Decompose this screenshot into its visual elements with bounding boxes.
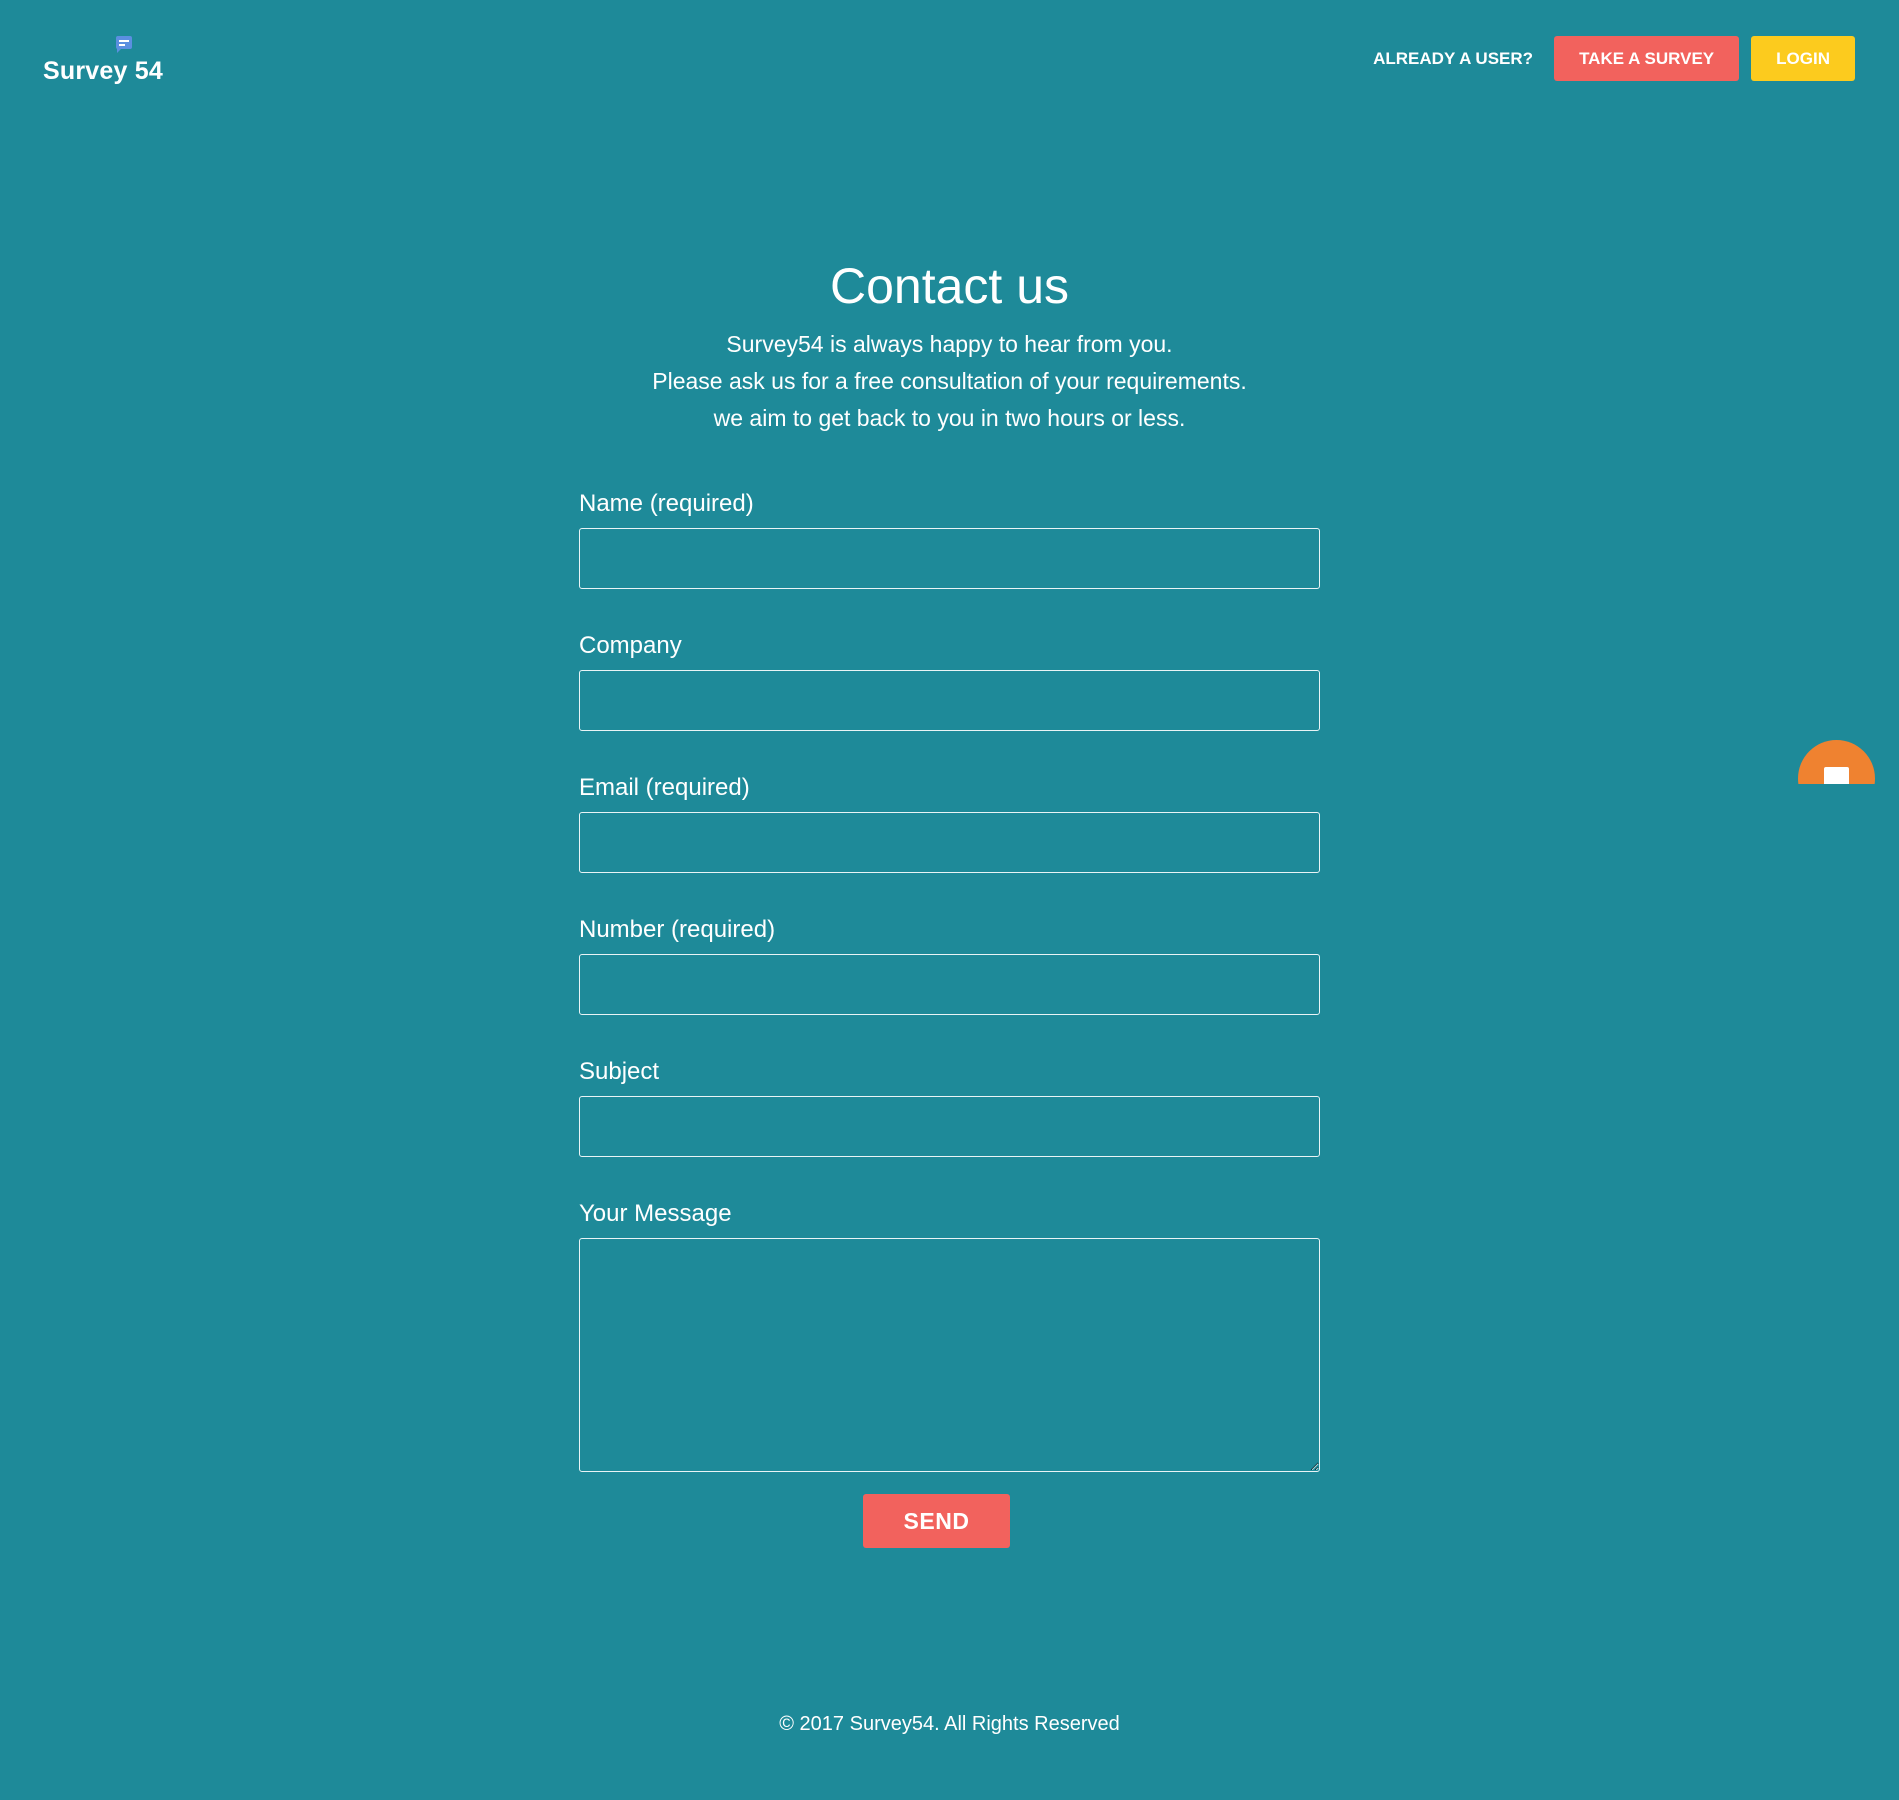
page-title: Contact us [829, 258, 1069, 314]
message-label: Your Message [579, 1200, 732, 1227]
chat-bubble-icon [116, 36, 132, 53]
chat-widget-button[interactable] [1798, 740, 1875, 784]
take-survey-button[interactable]: TAKE A SURVEY [1554, 36, 1740, 81]
footer-copyright: © 2017 Survey54. All Rights Reserved [779, 1713, 1120, 1735]
name-field-group: Name (required) [579, 484, 1320, 626]
site-logo[interactable]: Survey 54 [43, 36, 173, 90]
chat-icon [1824, 767, 1849, 784]
name-label: Name (required) [579, 490, 754, 517]
send-button[interactable]: SEND [863, 1494, 1010, 1548]
message-field-group: Your Message [579, 1194, 1320, 1472]
already-user-text: ALREADY A USER? [1373, 48, 1534, 68]
contact-form: Name (required) Company Email (required)… [579, 484, 1320, 1472]
name-input[interactable] [579, 528, 1320, 589]
header-nav: ALREADY A USER? TAKE A SURVEY LOGIN [1373, 36, 1855, 81]
intro-line: Survey54 is always happy to hear from yo… [726, 331, 1173, 357]
subject-input[interactable] [579, 1096, 1320, 1157]
number-label: Number (required) [579, 916, 776, 943]
company-label: Company [579, 632, 682, 659]
email-label: Email (required) [579, 774, 750, 801]
number-field-group: Number (required) [579, 910, 1320, 1052]
login-button[interactable]: LOGIN [1751, 36, 1855, 81]
number-input[interactable] [579, 954, 1320, 1015]
company-input[interactable] [579, 670, 1320, 731]
subject-field-group: Subject [579, 1052, 1320, 1194]
message-textarea[interactable] [579, 1238, 1320, 1472]
intro-line: Please ask us for a free consultation of… [652, 368, 1247, 394]
intro-line: we aim to get back to you in two hours o… [713, 405, 1186, 431]
company-field-group: Company [579, 626, 1320, 768]
email-field-group: Email (required) [579, 768, 1320, 910]
subject-label: Subject [579, 1058, 660, 1085]
logo-text: Survey 54 [43, 57, 163, 85]
email-input[interactable] [579, 812, 1320, 873]
intro-text: Survey54 is always happy to hear from yo… [0, 326, 1899, 437]
